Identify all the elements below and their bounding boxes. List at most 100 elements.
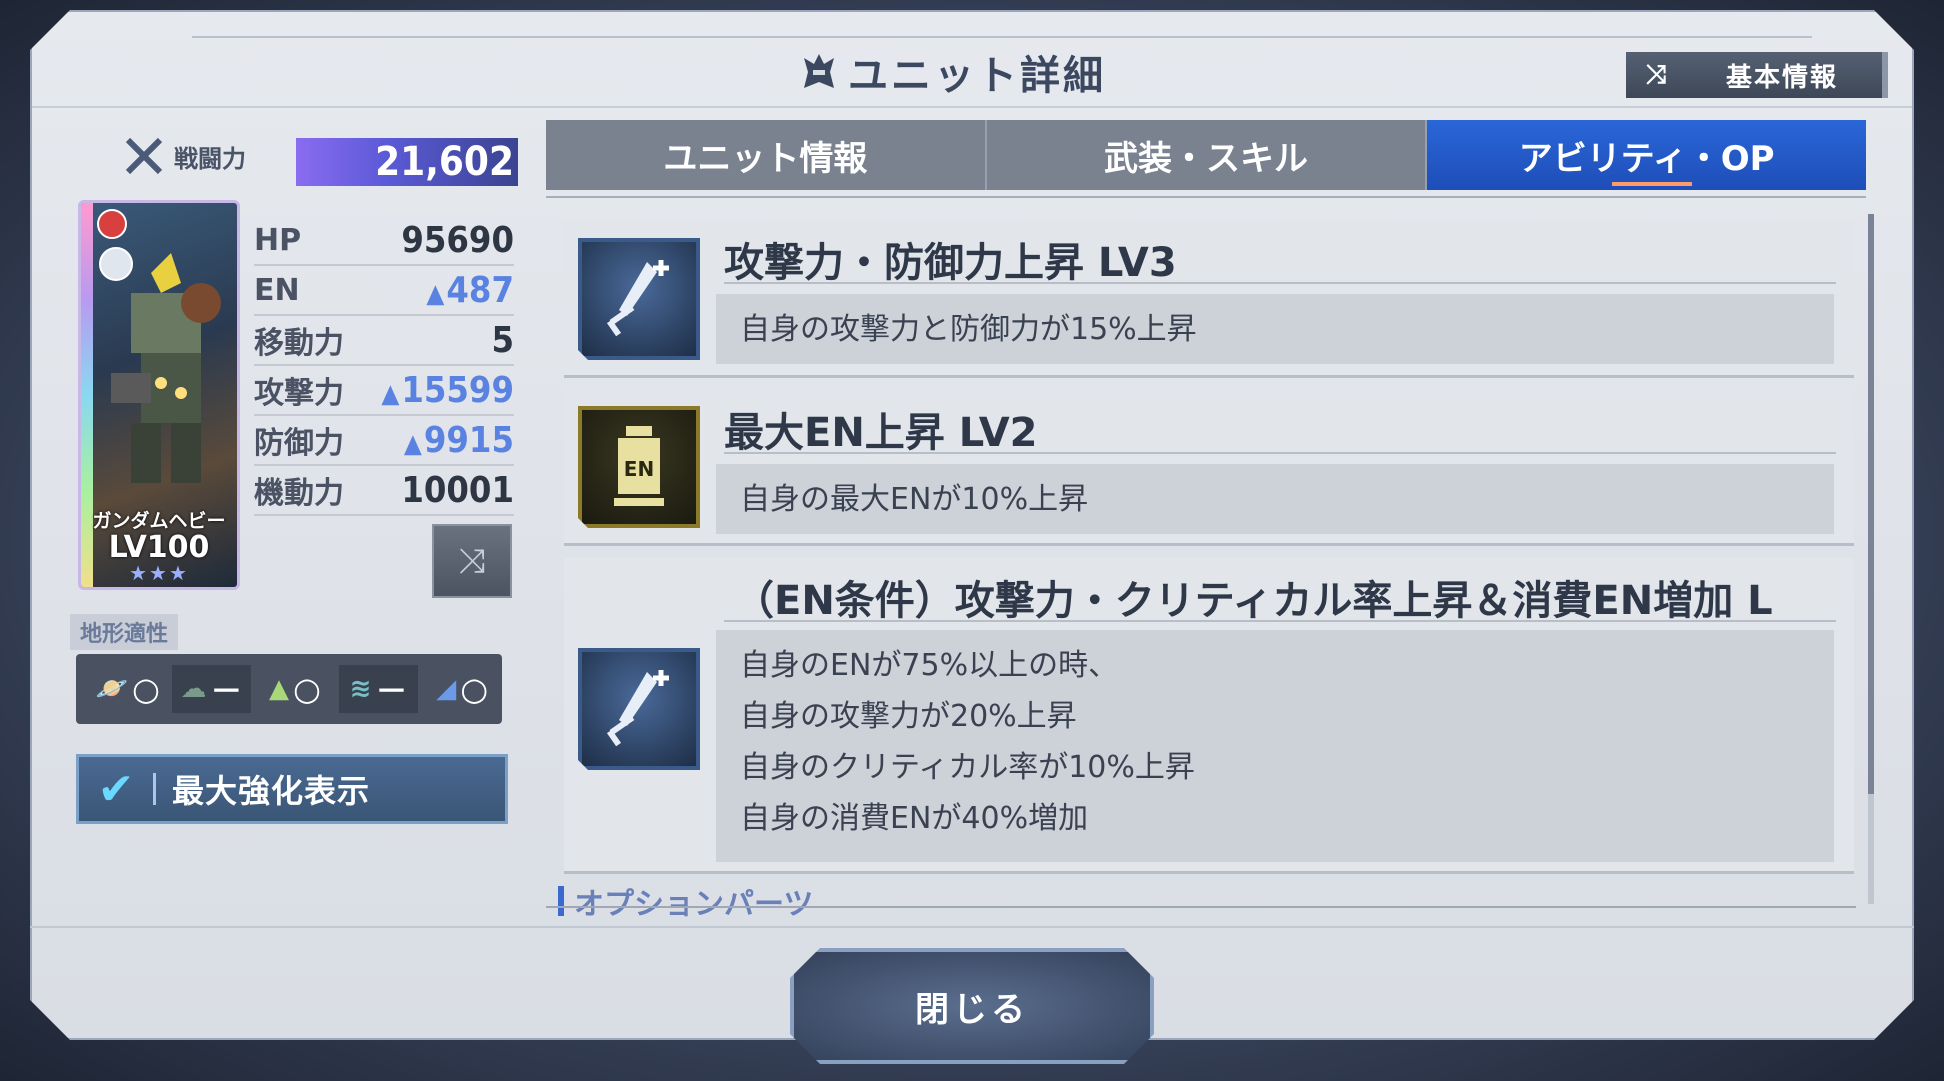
stat-row-en: EN ▲487: [254, 266, 514, 316]
shuffle-icon: ⤨: [1645, 59, 1667, 90]
terrain-aptitude: 🪐 ○ ☁ － ▲ ○ ≋ － ◢ ○: [76, 654, 502, 724]
ground-icon: ▲: [269, 674, 290, 704]
ability-desc-line: 自身のENが75%以上の時、: [740, 648, 1119, 683]
ability-divider: [724, 282, 1836, 284]
terrain-mark: ○: [460, 670, 489, 708]
terrain-ground: ▲ ○: [255, 665, 335, 713]
close-button[interactable]: 閉じる: [790, 948, 1154, 1064]
ability-description: 自身の攻撃力と防御力が15%上昇: [716, 294, 1834, 364]
max-enhance-label: 最大強化表示: [172, 772, 371, 810]
divider: [153, 773, 156, 805]
stat-value: 487: [446, 269, 514, 311]
basic-info-button[interactable]: ⤨ 基本情報: [1626, 52, 1888, 98]
stat-list: HP 95690 EN ▲487 移動力 5 攻撃力 ▲15599 防御力 ▲9…: [254, 216, 514, 516]
ability-divider: [724, 620, 1836, 622]
boost-arrow-icon: ▲: [403, 428, 422, 459]
panel-top-divider: [192, 36, 1812, 38]
unit-portrait: [111, 253, 221, 483]
space-icon: 🪐: [95, 674, 129, 704]
ability-item[interactable]: EN 最大EN上昇 LV2 自身の最大ENが10%上昇: [564, 390, 1854, 546]
ability-name: （EN条件）攻撃力・クリティカル率上昇＆消費EN増加 L: [734, 578, 1773, 624]
en-tank-icon: EN: [578, 406, 700, 528]
unit-level: LV100: [108, 530, 210, 565]
terrain-space: 🪐 ○: [88, 665, 168, 713]
stat-row-move: 移動力 5: [254, 316, 514, 366]
ability-description: 自身の最大ENが10%上昇: [716, 464, 1834, 534]
ability-desc-line: 自身の攻撃力が20%上昇: [740, 699, 1077, 734]
ability-item[interactable]: （EN条件）攻撃力・クリティカル率上昇＆消費EN増加 L 自身のENが75%以上…: [564, 558, 1854, 874]
air-icon: ☁: [180, 674, 207, 704]
stat-value: 10001: [401, 469, 514, 511]
ability-desc-line: 自身の消費ENが40%増加: [740, 801, 1089, 836]
unit-card[interactable]: ガンダムヘビー LV100 ★★★: [78, 200, 240, 590]
panel-bottom-divider: [30, 926, 1914, 928]
close-button-label: 閉じる: [915, 989, 1029, 1030]
stat-value: 5: [491, 319, 514, 361]
detail-tabs: ユニット情報 武装・スキル アビリティ・OP: [546, 120, 1867, 190]
section-marker: [558, 886, 564, 916]
tabs-divider: [546, 196, 1866, 198]
stat-value: 15599: [401, 369, 514, 411]
stat-value: 9915: [423, 419, 514, 461]
sword-plus-icon: [578, 648, 700, 770]
tab-unit-info[interactable]: ユニット情報: [546, 120, 985, 190]
tab-weapons-skills[interactable]: 武装・スキル: [984, 120, 1426, 190]
svg-text:EN: EN: [624, 457, 654, 481]
combat-power-value: 21,602: [296, 138, 518, 186]
stat-name: 攻撃力: [254, 376, 344, 411]
basic-info-label: 基本情報: [1726, 62, 1839, 93]
terrain-water: ≋ －: [338, 665, 419, 713]
tab-abilities-op[interactable]: アビリティ・OP: [1425, 120, 1867, 190]
ability-list: 攻撃力・防御力上昇 LV3 自身の攻撃力と防御力が15%上昇 EN 最大EN上昇…: [564, 220, 1854, 886]
ability-desc-line: 自身のクリティカル率が10%上昇: [740, 750, 1195, 785]
ability-desc-line: 自身の最大ENが10%上昇: [740, 482, 1089, 517]
terrain-mark: ○: [293, 670, 321, 708]
terrain-mark: －: [210, 672, 243, 710]
ability-icon-frame: EN: [578, 406, 700, 528]
crossed-swords-icon: [125, 137, 163, 175]
ability-icon-frame: [578, 648, 700, 770]
terrain-label: 地形適性: [70, 614, 179, 650]
gundam-head-icon: [804, 54, 834, 88]
terrain-mark: －: [375, 672, 408, 710]
check-icon: ✔: [97, 763, 135, 815]
swap-icon: ⤨: [458, 541, 486, 581]
combat-power-row: 戦闘力: [124, 136, 246, 176]
ability-icon-frame: [578, 238, 700, 360]
stat-name: EN: [254, 272, 300, 308]
option-parts-label: オプションパーツ: [574, 887, 814, 918]
title-divider: [32, 106, 1912, 108]
boost-arrow-icon: ▲: [426, 278, 445, 309]
max-enhance-toggle[interactable]: ✔ 最大強化表示: [76, 754, 508, 824]
sword-plus-icon: [578, 238, 700, 360]
ability-scrollbar[interactable]: [1868, 214, 1874, 904]
stat-row-mobility: 機動力 10001: [254, 466, 514, 516]
underwater-icon: ◢: [436, 674, 457, 704]
option-parts-header: オプションパーツ: [558, 884, 813, 918]
ability-name: 最大EN上昇 LV2: [724, 410, 1038, 456]
terrain-air: ☁ －: [171, 665, 252, 713]
water-icon: ≋: [349, 674, 372, 704]
page-title-text: ユニット詳細: [848, 53, 1106, 99]
tab-label: 武装・スキル: [1104, 138, 1308, 179]
stat-row-defense: 防御力 ▲9915: [254, 416, 514, 466]
ability-description: 自身のENが75%以上の時、 自身の攻撃力が20%上昇 自身のクリティカル率が1…: [716, 630, 1834, 862]
stat-row-hp: HP 95690: [254, 216, 514, 266]
unit-rarity-stars: ★★★: [129, 561, 189, 585]
swap-unit-button[interactable]: ⤨: [432, 524, 512, 598]
terrain-mark: ○: [132, 670, 160, 708]
page-title: ユニット詳細: [800, 44, 1106, 100]
terrain-underwater: ◢ ○: [422, 665, 502, 713]
unit-name: ガンダムヘビー: [92, 510, 226, 532]
boost-arrow-icon: ▲: [381, 378, 400, 409]
stat-value: 95690: [401, 219, 514, 261]
combat-power-label: 戦闘力: [174, 144, 246, 173]
scrollbar-thumb[interactable]: [1868, 214, 1874, 794]
tab-label: アビリティ・OP: [1518, 138, 1775, 179]
tab-label: ユニット情報: [663, 138, 868, 179]
stat-row-attack: 攻撃力 ▲15599: [254, 366, 514, 416]
ability-item[interactable]: 攻撃力・防御力上昇 LV3 自身の攻撃力と防御力が15%上昇: [564, 220, 1854, 378]
ability-name: 攻撃力・防御力上昇 LV3: [724, 240, 1177, 286]
attack-type-badge-icon: [97, 209, 127, 239]
ability-desc-line: 自身の攻撃力と防御力が15%上昇: [740, 312, 1197, 347]
